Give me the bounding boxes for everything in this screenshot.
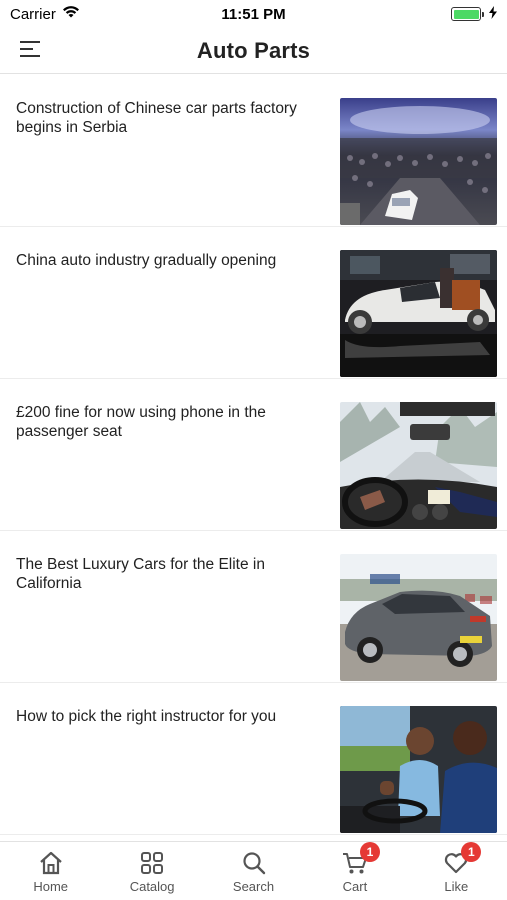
carrier-label: Carrier: [10, 5, 56, 23]
charging-icon: [489, 5, 497, 23]
tab-search-label: Search: [232, 879, 275, 894]
news-title: Construction of Chinese car parts factor…: [16, 100, 297, 136]
news-item[interactable]: £200 fine for now using phone in the pas…: [0, 379, 507, 531]
tab-like[interactable]: 1 Like: [406, 842, 507, 900]
tab-home-label: Home: [33, 879, 69, 894]
tab-bar: Home Catalog Search 1 Cart 1 Like: [0, 841, 507, 900]
tab-home[interactable]: Home: [0, 842, 101, 900]
battery-fill: [453, 9, 479, 19]
tab-like-label: Like: [444, 879, 469, 894]
news-title: £200 fine for now using phone in the pas…: [16, 404, 266, 440]
page-title: Auto Parts: [196, 37, 311, 63]
home-icon: [38, 850, 64, 876]
snowy-road-dashboard-photo: [340, 402, 497, 529]
wifi-icon: [62, 5, 80, 23]
tab-search[interactable]: Search: [203, 842, 304, 900]
like-badge: 1: [461, 842, 482, 862]
news-item[interactable]: Construction of Chinese car parts factor…: [0, 75, 507, 227]
heart-icon: 1: [443, 842, 482, 876]
luxury-car-showroom-photo: [340, 250, 497, 377]
menu-button[interactable]: [14, 35, 46, 67]
hamburger-menu-icon: [19, 40, 41, 63]
search-icon: [241, 850, 267, 876]
grid-icon: [139, 850, 165, 876]
news-item[interactable]: How to pick the right instructor for you: [0, 683, 507, 835]
news-title: The Best Luxury Cars for the Elite in Ca…: [16, 556, 265, 592]
tab-catalog[interactable]: Catalog: [101, 842, 202, 900]
tab-cart-label: Cart: [342, 879, 368, 894]
battery-icon: [451, 7, 484, 21]
status-bar: Carrier 11:51 PM: [0, 0, 507, 28]
news-item[interactable]: China auto industry gradually opening: [0, 227, 507, 379]
news-title: How to pick the right instructor for you: [16, 708, 277, 725]
tab-cart[interactable]: 1 Cart: [304, 842, 405, 900]
news-title: China auto industry gradually opening: [16, 252, 277, 269]
driving-lesson-photo: [340, 706, 497, 833]
status-left: Carrier: [10, 5, 80, 23]
news-list: Construction of Chinese car parts factor…: [0, 75, 507, 841]
news-item[interactable]: The Best Luxury Cars for the Elite in Ca…: [0, 531, 507, 683]
cart-icon: 1: [342, 842, 380, 876]
tab-catalog-label: Catalog: [129, 879, 175, 894]
app-header: Auto Parts: [0, 28, 507, 74]
car-show-hall-photo: [340, 98, 497, 225]
cart-badge: 1: [359, 842, 380, 862]
status-right: [451, 5, 497, 23]
grey-sedan-photo: [340, 554, 497, 681]
